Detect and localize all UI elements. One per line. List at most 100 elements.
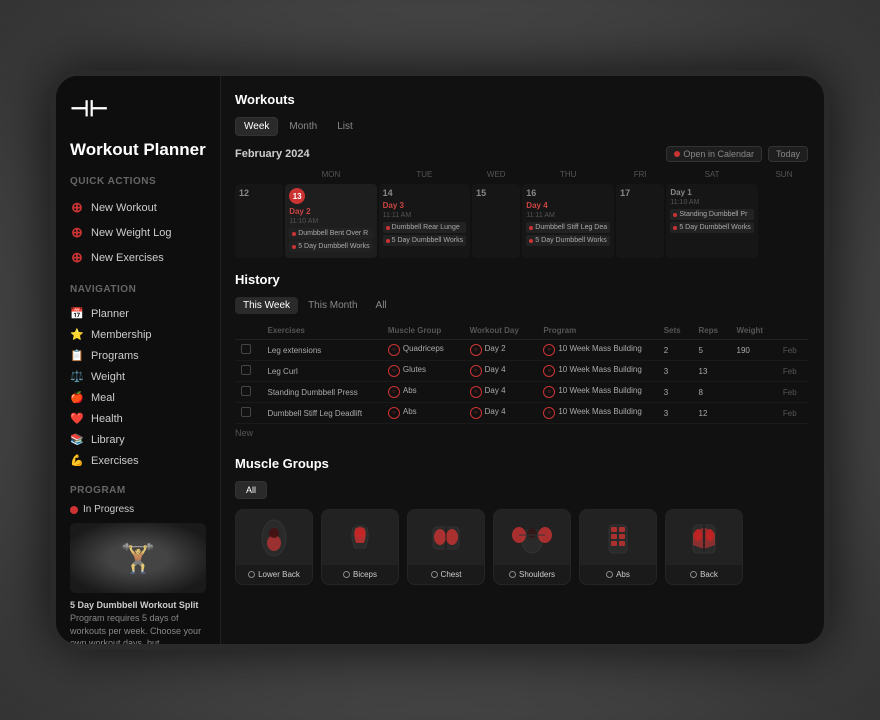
history-new-button[interactable]: New [235,424,808,442]
history-tab-week[interactable]: This Week [235,297,298,314]
tab-list[interactable]: List [328,117,362,136]
main-content: Workouts Week Month List February 2024 O… [221,76,824,644]
day-circle-icon-4: ○ [470,407,482,419]
row-checkbox-2[interactable] [241,365,251,375]
sidebar: ⊣⊢ Workout Planner Quick Actions ⊕ New W… [56,76,221,644]
cal-header-fri: Fri [616,170,664,182]
biceps-svg [335,513,385,563]
checkbox-cell[interactable] [235,340,261,361]
muscle-card-back[interactable]: Back [665,509,743,585]
meal-icon: 🍎 [70,391,84,404]
sidebar-nav-exercises[interactable]: 💪 Exercises [70,450,206,471]
cal-day-num-16: 16 [526,188,610,198]
cal-day-17[interactable]: 17 [616,184,664,258]
health-icon: ❤️ [70,412,84,425]
cal-day-12[interactable]: 12 [235,184,283,258]
muscle-card-shoulders[interactable]: Shoulders [493,509,571,585]
col-date [777,322,808,340]
cal-workout-item-8: 5 Day Dumbbell Works [670,222,753,233]
checkbox-cell-3[interactable] [235,382,261,403]
sets-cell-2: 3 [658,361,693,382]
program-circle-icon-3: ○ [543,386,555,398]
sidebar-nav-weight[interactable]: ⚖️ Weight [70,366,206,387]
sidebar-item-new-exercises[interactable]: ⊕ New Exercises [70,245,206,270]
cal-day-13[interactable]: 13 Day 2 11:10 AM Dumbbell Bent Over R 5… [285,184,376,258]
calendar-dot-icon [674,151,680,157]
date-cell-4: Feb [777,403,808,424]
weight-icon: ⚖️ [70,370,84,383]
day-circle-icon-3: ○ [470,386,482,398]
workout-dot-5 [529,226,533,230]
health-label: Health [91,413,123,425]
program-name: 5 Day Dumbbell Workout Split [70,600,198,610]
cal-time-13: 11:10 AM [289,218,372,225]
date-cell-3: Feb [777,382,808,403]
today-indicator: 13 [289,188,305,204]
exercises-label: Exercises [91,455,139,467]
sidebar-nav-membership[interactable]: ⭐ Membership [70,324,206,345]
sidebar-nav-meal[interactable]: 🍎 Meal [70,387,206,408]
row-checkbox-4[interactable] [241,407,251,417]
history-row-4: Dumbbell Stiff Leg Deadlift ○Abs ○Day 4 … [235,403,808,424]
cal-day-15[interactable]: 15 [472,184,520,258]
program-circle-icon-2: ○ [543,365,555,377]
exercise-cell-3: Standing Dumbbell Press [261,382,381,403]
history-tab-month[interactable]: This Month [300,297,365,314]
sidebar-item-new-workout[interactable]: ⊕ New Workout [70,195,206,220]
history-tab-all[interactable]: All [368,297,395,314]
sidebar-nav-library[interactable]: 📚 Library [70,429,206,450]
back-svg [679,513,729,563]
checkbox-cell-2[interactable] [235,361,261,382]
day-circle-icon-2: ○ [470,365,482,377]
muscle-img-abs [580,510,656,565]
sidebar-item-new-weight-log[interactable]: ⊕ New Weight Log [70,220,206,245]
program-thumbnail[interactable]: 🏋️ [70,523,206,593]
tab-month[interactable]: Month [280,117,326,136]
cal-day-num-15: 15 [476,188,516,198]
tablet-frame: ⊣⊢ Workout Planner Quick Actions ⊕ New W… [50,70,830,650]
open-calendar-button[interactable]: Open in Calendar [666,146,762,162]
sidebar-nav-planner[interactable]: 📅 Planner [70,303,206,324]
workout-dot-8 [673,226,677,230]
program-cell-3: ○10 Week Mass Building [537,382,657,403]
muscle-name-circle-5 [606,571,613,578]
muscle-name-chest: Chest [408,565,484,584]
program-cell-2: ○10 Week Mass Building [537,361,657,382]
cal-day-1[interactable]: Day 1 11:10 AM Standing Dumbbell Pr 5 Da… [666,184,757,258]
exercise-cell-2: Leg Curl [261,361,381,382]
muscle-cell: ○Quadriceps [382,340,464,361]
sets-cell-4: 3 [658,403,693,424]
cal-day-16[interactable]: 16 Day 4 11:11 AM Dumbbell Stiff Leg Dea… [522,184,614,258]
program-circle-icon: ○ [543,344,555,356]
sidebar-nav-health[interactable]: ❤️ Health [70,408,206,429]
program-desc-text: Program requires 5 days of workouts per … [70,613,201,644]
tab-week[interactable]: Week [235,117,278,136]
weight-label: Weight [91,371,125,383]
muscle-name-shoulders: Shoulders [494,565,570,584]
checkbox-cell-4[interactable] [235,403,261,424]
row-checkbox[interactable] [241,344,251,354]
row-checkbox-3[interactable] [241,386,251,396]
cal-day-label-13: Day 2 [289,207,372,216]
cal-workout-item-3: Dumbbell Rear Lunge [383,222,466,233]
muscle-card-chest[interactable]: Chest [407,509,485,585]
program-status-label: In Progress [83,504,134,515]
muscle-card-biceps[interactable]: Biceps [321,509,399,585]
muscle-filter-all[interactable]: All [235,481,267,499]
day-cell: ○Day 2 [464,340,538,361]
program-section-label: Program [70,485,206,496]
col-program: Program [537,322,657,340]
muscle-img-lower-back [236,510,312,565]
col-weight: Weight [731,322,777,340]
sidebar-nav-programs[interactable]: 📋 Programs [70,345,206,366]
new-weight-log-label: New Weight Log [91,227,172,239]
muscle-card-abs[interactable]: Abs [579,509,657,585]
history-row-3: Standing Dumbbell Press ○Abs ○Day 4 ○10 … [235,382,808,403]
cal-day-14[interactable]: 14 Day 3 11:11 AM Dumbbell Rear Lunge 5 … [379,184,470,258]
muscle-name-text-biceps: Biceps [353,570,377,579]
muscle-card-lower-back[interactable]: Lower Back [235,509,313,585]
today-button[interactable]: Today [768,146,808,162]
add-icon-3: ⊕ [70,249,84,266]
cal-workout-item-5: Dumbbell Stiff Leg Dea [526,222,610,233]
navigation-label: Navigation [70,284,206,295]
